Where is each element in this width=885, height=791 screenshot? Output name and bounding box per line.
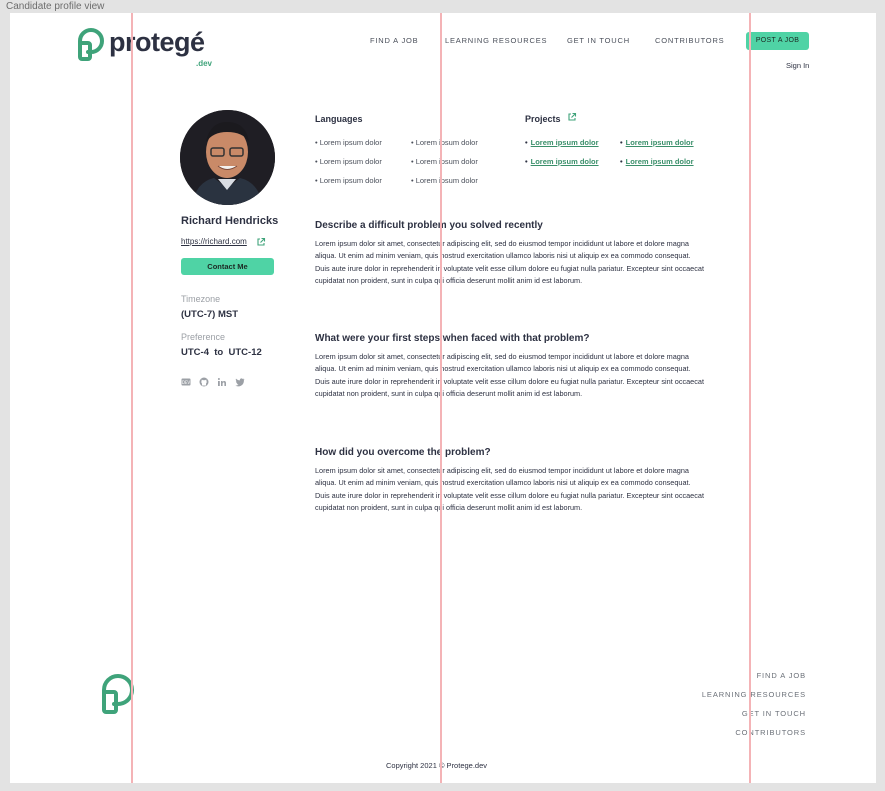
preference-value: UTC-4 to UTC-12 [181, 347, 262, 358]
question-title: Describe a difficult problem you solved … [315, 220, 543, 231]
dev-icon[interactable]: DEV [181, 377, 191, 387]
preference-label: Preference [181, 332, 226, 342]
external-link-icon[interactable] [256, 237, 266, 247]
brand-suffix: .dev [196, 59, 213, 68]
avatar [180, 110, 275, 205]
logo-mark-icon [78, 28, 104, 61]
contact-me-button[interactable]: Contact Me [181, 258, 274, 275]
sign-in-link[interactable]: Sign In [786, 61, 809, 70]
timezone-label: Timezone [181, 294, 221, 304]
layout-guide [749, 13, 751, 783]
language-item: • Lorem ipsum dolor [315, 176, 382, 185]
question-title: How did you overcome the problem? [315, 447, 491, 458]
language-item: • Lorem ipsum dolor [315, 138, 382, 147]
language-item: • Lorem ipsum dolor [411, 176, 478, 185]
preference-from: UTC-4 [181, 347, 209, 358]
footer-contributors[interactable]: CONTRIBUTORS [735, 728, 806, 737]
preference-to-word: to [214, 347, 224, 358]
footer-find-a-job[interactable]: FIND A JOB [757, 671, 806, 680]
svg-text:DEV: DEV [182, 380, 191, 385]
window-title: Candidate profile view [6, 1, 105, 12]
project-link[interactable]: • Lorem ipsum dolor [525, 157, 599, 166]
language-item: • Lorem ipsum dolor [315, 157, 382, 166]
question-answer: Lorem ipsum dolor sit amet, consectetur … [315, 466, 704, 513]
nav-find-a-job[interactable]: FIND A JOB [370, 36, 418, 45]
github-icon[interactable] [199, 377, 209, 387]
profile-page: protegé .dev FIND A JOB LEARNING RESOURC… [10, 13, 876, 783]
candidate-website-link[interactable]: https://richard.com [181, 237, 247, 246]
copyright: Copyright 2021 © Protege.dev [386, 761, 488, 770]
candidate-name: Richard Hendricks [181, 215, 279, 227]
avatar-photo [180, 110, 275, 205]
languages-title: Languages [315, 114, 363, 124]
twitter-icon[interactable] [235, 377, 245, 387]
language-item: • Lorem ipsum dolor [411, 138, 478, 147]
preference-to: UTC-12 [228, 347, 262, 358]
layout-guide [131, 13, 133, 783]
nav-contributors[interactable]: CONTRIBUTORS [655, 36, 724, 45]
linkedin-icon[interactable] [217, 377, 227, 387]
footer-get-in-touch[interactable]: GET IN TOUCH [742, 709, 806, 718]
brand-logo[interactable]: protegé .dev [72, 23, 222, 68]
project-link[interactable]: • Lorem ipsum dolor [620, 157, 694, 166]
nav-learning-resources[interactable]: LEARNING RESOURCES [445, 36, 547, 45]
project-link[interactable]: • Lorem ipsum dolor [525, 138, 599, 147]
project-link[interactable]: • Lorem ipsum dolor [620, 138, 694, 147]
question-answer: Lorem ipsum dolor sit amet, consectetur … [315, 239, 704, 286]
language-item: • Lorem ipsum dolor [411, 157, 478, 166]
projects-title: Projects [525, 114, 561, 124]
layout-guide [440, 13, 442, 783]
timezone-value: (UTC-7) MST [181, 309, 238, 320]
question-answer: Lorem ipsum dolor sit amet, consectetur … [315, 352, 704, 399]
footer-learning-resources[interactable]: LEARNING RESOURCES [702, 690, 806, 699]
question-title: What were your first steps when faced wi… [315, 333, 590, 344]
brand-name: protegé [109, 27, 205, 57]
post-a-job-button[interactable]: POST A JOB [746, 32, 809, 50]
external-link-icon[interactable] [567, 112, 577, 122]
nav-get-in-touch[interactable]: GET IN TOUCH [567, 36, 630, 45]
